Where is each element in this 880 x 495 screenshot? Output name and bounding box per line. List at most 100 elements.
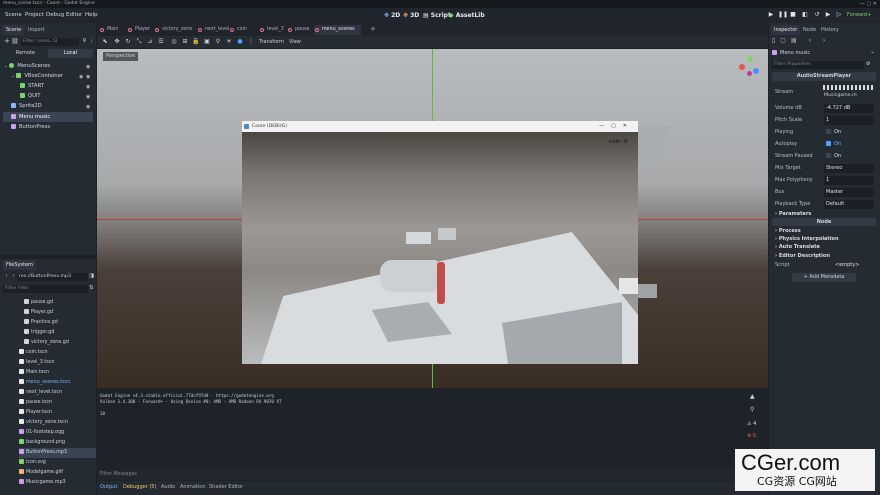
list-icon[interactable]: ☰ [157, 38, 165, 46]
search-icon[interactable]: ⚲ [750, 406, 754, 413]
play-custom-icon[interactable]: ▷ [835, 11, 843, 19]
mode-script[interactable]: ▤ Script [423, 8, 451, 23]
file-item[interactable]: Practice.gd [24, 318, 58, 328]
checkbox[interactable] [826, 129, 831, 134]
transform-menu[interactable]: Transform [259, 36, 284, 48]
property-filter-input[interactable]: Filter Properties [772, 61, 864, 69]
file-item[interactable]: Main.tscn [19, 368, 49, 378]
filter-messages-input[interactable]: Filter Messages [100, 470, 137, 480]
more-icon[interactable]: ⋮ [247, 38, 255, 46]
sort-icon[interactable]: ⇅ [88, 285, 95, 291]
file-item[interactable]: coin.tscn [19, 348, 48, 358]
tab-import[interactable]: Import [25, 25, 48, 35]
filter-icon[interactable]: ⚲ [81, 38, 88, 44]
collapse-icon[interactable]: ⌄ [4, 63, 7, 68]
local-space-icon[interactable]: ◎ [170, 38, 178, 46]
scene-tab[interactable]: Player [127, 25, 150, 35]
fs-path-input[interactable]: res://ButtonPress.mp3 [17, 272, 88, 281]
scene-tab[interactable]: next_level [197, 25, 229, 35]
section-editor-description[interactable]: › Editor Description [775, 252, 830, 260]
menu-debug[interactable]: Debug [46, 8, 64, 23]
file-item[interactable]: pause.tscn [19, 398, 52, 408]
scene-tab[interactable]: pause [287, 25, 309, 35]
environment-icon[interactable]: ● [236, 38, 244, 46]
menu-editor[interactable]: Editor [66, 8, 82, 23]
tree-node-vboxcontainer[interactable]: ⌄ VBoxContainer [11, 71, 63, 81]
scene-tab[interactable]: menu_scenes [314, 25, 361, 35]
tree-node-start[interactable]: START [20, 81, 44, 91]
game-view[interactable]: coin :0 [242, 132, 638, 364]
prop-mix-target[interactable]: Mix Target Stereo [775, 163, 875, 174]
section-process[interactable]: › Process [775, 227, 801, 235]
mode-2d[interactable]: ✥ 2D [384, 8, 400, 23]
clear-icon[interactable]: ▲ [750, 393, 755, 400]
visibility-icon[interactable]: ◉ [86, 94, 90, 100]
file-item[interactable]: level_3.tscn [19, 358, 54, 368]
tab-scene[interactable]: Scene [3, 25, 25, 35]
section-physics-interpolation[interactable]: › Physics Interpolation [775, 235, 839, 243]
file-item[interactable]: victory_zone.tscn [19, 418, 68, 428]
file-item[interactable]: trigger.gd [24, 328, 54, 338]
window-controls[interactable]: — ▢ ✕ [860, 0, 877, 8]
visibility-icon[interactable]: ◉ [86, 74, 90, 80]
error-count[interactable]: ⊗ 0 [747, 433, 756, 439]
prop-volume-db[interactable]: Volume dB -4.727 dB [775, 103, 875, 114]
file-item[interactable]: Modelgame.glif [19, 468, 63, 478]
tab-output[interactable]: Output [100, 482, 117, 492]
stop-icon[interactable]: ■ [789, 11, 797, 19]
scene-tab[interactable]: level_3 [259, 25, 284, 35]
scene-filter-input[interactable]: Filter: name, t3 [21, 37, 79, 46]
tab-history[interactable]: History [818, 25, 842, 35]
file-item[interactable]: menu_scenes.tscn [19, 378, 70, 388]
tree-node-buttonpress[interactable]: ButtonPress [11, 122, 50, 132]
rotate-icon[interactable]: ↻ [124, 38, 132, 46]
file-item[interactable]: background.png [19, 438, 65, 448]
menu-project[interactable]: Project [25, 8, 44, 23]
file-item[interactable]: victory_zone.gd [24, 338, 69, 348]
play-icon[interactable]: ▶ [767, 11, 775, 19]
prop-max-polyphony[interactable]: Max Polyphony 1 [775, 175, 875, 186]
pause-icon[interactable]: ❚❚ [778, 11, 788, 19]
file-item[interactable]: pause.gd [24, 298, 53, 308]
file-item[interactable]: Player.gd [24, 308, 53, 318]
mode-assetlib[interactable]: ◆ AssetLib [449, 8, 485, 23]
scene-tab[interactable]: coin [229, 25, 247, 35]
tab-filesystem[interactable]: FileSystem [3, 260, 37, 270]
file-item[interactable]: next_level.tscn [19, 388, 62, 398]
add-tab-icon[interactable]: + [370, 25, 376, 34]
add-metadata-button[interactable]: + Add Metadata [792, 273, 856, 282]
view-gizmo[interactable] [739, 56, 761, 78]
menu-dots-icon[interactable]: ⋮ [88, 38, 95, 44]
ruler-icon[interactable]: ⊿ [146, 38, 154, 46]
chevron-down-icon[interactable]: ⌄ [869, 49, 876, 55]
play-scene-icon[interactable]: ▶ [824, 11, 832, 19]
inspector-nav-icons[interactable]: ▯▢▤ ‹ › [772, 37, 830, 44]
collapse-icon[interactable]: ⌄ [11, 73, 14, 78]
checkbox[interactable] [826, 141, 831, 146]
move-icon[interactable]: ✥ [113, 38, 121, 46]
prop-pitch-scale[interactable]: Pitch Scale 1 [775, 115, 875, 126]
prop-autoplay[interactable]: Autoplay On [775, 139, 875, 150]
local-button[interactable]: Local [48, 49, 93, 58]
scene-tab[interactable]: Main [99, 25, 118, 35]
remote-debug-icon[interactable]: ◧ [801, 11, 809, 19]
prop-stream[interactable]: Stream Musicgame.m [775, 85, 875, 99]
group-icon[interactable]: ▣ [203, 38, 211, 46]
split-icon[interactable]: ◨ [88, 273, 95, 279]
visibility-icon[interactable]: ◉ [86, 64, 90, 70]
back-icon[interactable]: ‹ [3, 273, 10, 279]
tree-node-menuscenes[interactable]: ⌄ MenuScenes [4, 61, 50, 71]
tree-node-quit[interactable]: QUIT [20, 91, 41, 101]
tab-debugger[interactable]: Debugger (5) [123, 482, 156, 492]
game-window-controls[interactable]: —▢✕ [599, 121, 634, 132]
file-item[interactable]: ButtonPress.mp3 [19, 448, 96, 458]
movie-icon[interactable]: ↺ [813, 11, 821, 19]
section-parameters[interactable]: › Parameters [775, 210, 811, 218]
forward-icon[interactable]: › [10, 273, 17, 279]
renderer-select[interactable]: Forward+ [847, 8, 871, 23]
sun-icon[interactable]: ☀ [225, 38, 233, 46]
warning-count[interactable]: ⚠ 4 [747, 421, 756, 427]
camera-icon[interactable]: ⚲ [214, 38, 222, 46]
file-item[interactable]: icon.svg [19, 458, 46, 468]
tab-node[interactable]: Node [800, 25, 819, 35]
